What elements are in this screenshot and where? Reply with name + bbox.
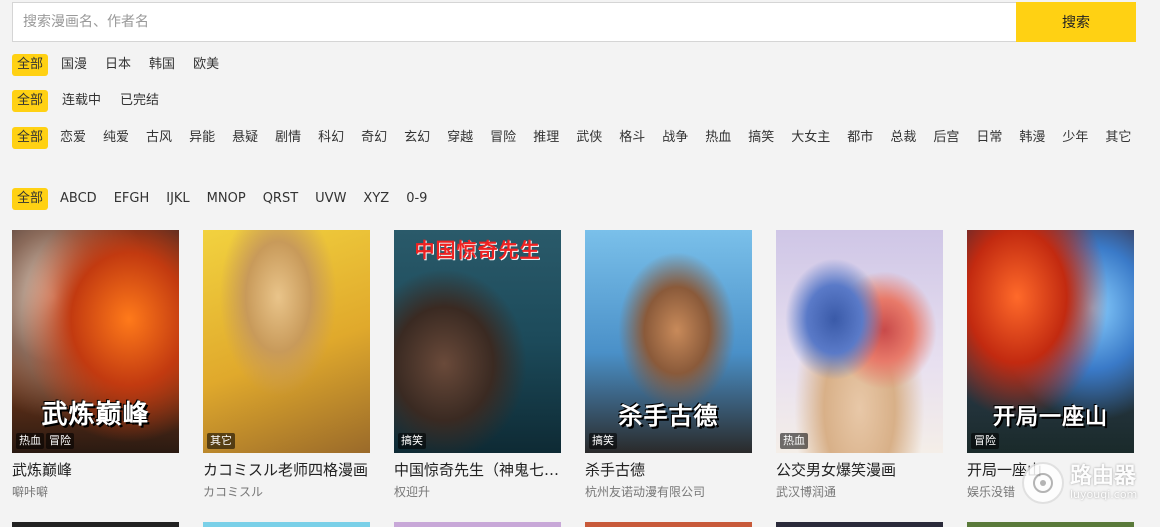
genre-filter-option[interactable]: 后宫 xyxy=(928,127,964,149)
tag: 冒险 xyxy=(46,433,74,449)
genre-filter-option[interactable]: 热血 xyxy=(700,127,736,149)
letter-filter-option[interactable]: 全部 xyxy=(12,188,49,210)
comic-cover[interactable] xyxy=(967,522,1134,527)
genre-filter-option[interactable]: 总裁 xyxy=(885,127,921,149)
comic-grid: 武炼巅峰 热血 冒险 武炼巅峰 噼咔噼 其它 カコミスル老师四格漫画 カコミスル … xyxy=(12,230,1158,500)
watermark: 路由器 luyouqi.com xyxy=(1022,462,1137,504)
letter-filter-option[interactable]: UVW xyxy=(310,188,351,210)
genre-filter-option[interactable]: 格斗 xyxy=(614,127,650,149)
comic-title[interactable]: 杀手古德 xyxy=(585,459,752,480)
genre-filter-option[interactable]: 全部 xyxy=(12,127,49,149)
search-input[interactable] xyxy=(12,2,1016,42)
comic-cover[interactable] xyxy=(203,522,370,527)
genre-filter-option[interactable]: 少年 xyxy=(1057,127,1093,149)
comic-cover[interactable]: 开局一座山 冒险 xyxy=(967,230,1134,453)
comic-cover[interactable]: 其它 xyxy=(203,230,370,453)
region-filter: 全部 国漫 日本 韩国 欧美 xyxy=(12,54,1152,76)
comic-author: 杭州友诺动漫有限公司 xyxy=(585,485,706,499)
genre-filter-option[interactable]: 武侠 xyxy=(571,127,607,149)
genre-filter-option[interactable]: 穿越 xyxy=(442,127,478,149)
tag: 热血 xyxy=(16,433,44,449)
search-bar: 搜索 xyxy=(12,2,1136,42)
comic-card[interactable]: 其它 カコミスル老师四格漫画 カコミスル xyxy=(203,230,370,500)
genre-filter-option[interactable]: 推理 xyxy=(528,127,564,149)
cover-title: 中国惊奇先生 xyxy=(414,238,541,262)
comic-card[interactable]: 开局一座山 冒险 开局一座山 娱乐没错 xyxy=(967,230,1134,500)
genre-filter-option[interactable]: 异能 xyxy=(184,127,220,149)
genre-filter-option[interactable]: 搞笑 xyxy=(743,127,779,149)
genre-filter-option[interactable]: 奇幻 xyxy=(356,127,392,149)
letter-filter-option[interactable]: XYZ xyxy=(358,188,394,210)
region-filter-option[interactable]: 国漫 xyxy=(56,54,92,76)
comic-cover[interactable] xyxy=(394,522,561,527)
watermark-text: 路由器 xyxy=(1070,464,1137,489)
router-logo-icon xyxy=(1022,462,1064,504)
region-filter-option[interactable]: 韩国 xyxy=(144,54,180,76)
genre-filter-option[interactable]: 剧情 xyxy=(270,127,306,149)
cover-title: 武炼巅峰 xyxy=(41,400,150,430)
tag: 搞笑 xyxy=(398,433,426,449)
tag: 其它 xyxy=(207,433,235,449)
comic-card[interactable]: 热血 公交男女爆笑漫画 武汉博润通 xyxy=(776,230,943,500)
comic-cover[interactable] xyxy=(776,522,943,527)
next-row-covers xyxy=(12,522,1158,527)
cover-title: 开局一座山 xyxy=(992,404,1108,430)
tag: 热血 xyxy=(780,433,808,449)
region-filter-option[interactable]: 日本 xyxy=(100,54,136,76)
genre-filter-option[interactable]: 恋爱 xyxy=(55,127,91,149)
comic-title[interactable]: 公交男女爆笑漫画 xyxy=(776,459,943,480)
tag: 冒险 xyxy=(971,433,999,449)
search-button[interactable]: 搜索 xyxy=(1016,2,1136,42)
comic-card[interactable]: 武炼巅峰 热血 冒险 武炼巅峰 噼咔噼 xyxy=(12,230,179,500)
letter-filter-option[interactable]: EFGH xyxy=(109,188,155,210)
letter-filter-option[interactable]: QRST xyxy=(258,188,303,210)
comic-title[interactable]: 中国惊奇先生（神鬼七杀令） xyxy=(394,459,561,480)
genre-filter-option[interactable]: 韩漫 xyxy=(1014,127,1050,149)
comic-cover[interactable]: 热血 xyxy=(776,230,943,453)
genre-filter-option[interactable]: 日常 xyxy=(971,127,1007,149)
genre-filter-option[interactable]: 纯爱 xyxy=(98,127,134,149)
letter-filter-option[interactable]: MNOP xyxy=(202,188,251,210)
genre-filter-option[interactable]: 其它 xyxy=(1100,127,1136,149)
status-filter-option[interactable]: 连载中 xyxy=(57,90,106,112)
status-filter-option[interactable]: 已完结 xyxy=(115,90,164,112)
region-filter-option[interactable]: 全部 xyxy=(12,54,49,76)
comic-cover[interactable] xyxy=(12,522,179,527)
comic-title[interactable]: カコミスル老师四格漫画 xyxy=(203,459,370,480)
letter-filter-option[interactable]: 0-9 xyxy=(401,188,432,210)
comic-cover[interactable]: 杀手古德 搞笑 xyxy=(585,230,752,453)
genre-filter-option[interactable]: 大女主 xyxy=(786,127,835,149)
comic-author: 权迎升 xyxy=(394,485,431,499)
cover-title: 杀手古德 xyxy=(618,401,719,430)
genre-filter-option[interactable]: 玄幻 xyxy=(399,127,435,149)
letter-filter-option[interactable]: IJKL xyxy=(161,188,194,210)
comic-card[interactable]: 杀手古德 搞笑 杀手古德 杭州友诺动漫有限公司 xyxy=(585,230,752,500)
comic-cover[interactable] xyxy=(585,522,752,527)
comic-author: 噼咔噼 xyxy=(12,485,49,499)
letter-filter: 全部 ABCD EFGH IJKL MNOP QRST UVW XYZ 0-9 xyxy=(12,188,1152,210)
status-filter: 全部 连载中 已完结 xyxy=(12,90,1152,112)
watermark-url: luyouqi.com xyxy=(1070,488,1138,501)
status-filter-option[interactable]: 全部 xyxy=(12,90,49,112)
genre-filter-option[interactable]: 都市 xyxy=(842,127,878,149)
comic-author: 武汉博润通 xyxy=(776,485,837,499)
genre-filter-option[interactable]: 悬疑 xyxy=(227,127,263,149)
comic-cover[interactable]: 武炼巅峰 热血 冒险 xyxy=(12,230,179,453)
comic-title[interactable]: 武炼巅峰 xyxy=(12,459,179,480)
genre-filter-option[interactable]: 古风 xyxy=(141,127,177,149)
genre-filter: 全部 恋爱 纯爱 古风 异能 悬疑 剧情 科幻 奇幻 玄幻 穿越 冒险 推理 武侠 格斗 战争 热血 搞笑 大女主都… xyxy=(12,127,1152,149)
genre-filter-option[interactable]: 冒险 xyxy=(485,127,521,149)
comic-card[interactable]: 中国惊奇先生 搞笑 中国惊奇先生（神鬼七杀令） 权迎升 xyxy=(394,230,561,500)
tag: 搞笑 xyxy=(589,433,617,449)
genre-filter-option[interactable]: 战争 xyxy=(657,127,693,149)
comic-author: カコミスル xyxy=(203,485,264,499)
letter-filter-option[interactable]: ABCD xyxy=(55,188,102,210)
comic-cover[interactable]: 中国惊奇先生 搞笑 xyxy=(394,230,561,453)
genre-filter-option[interactable]: 科幻 xyxy=(313,127,349,149)
region-filter-option[interactable]: 欧美 xyxy=(188,54,224,76)
